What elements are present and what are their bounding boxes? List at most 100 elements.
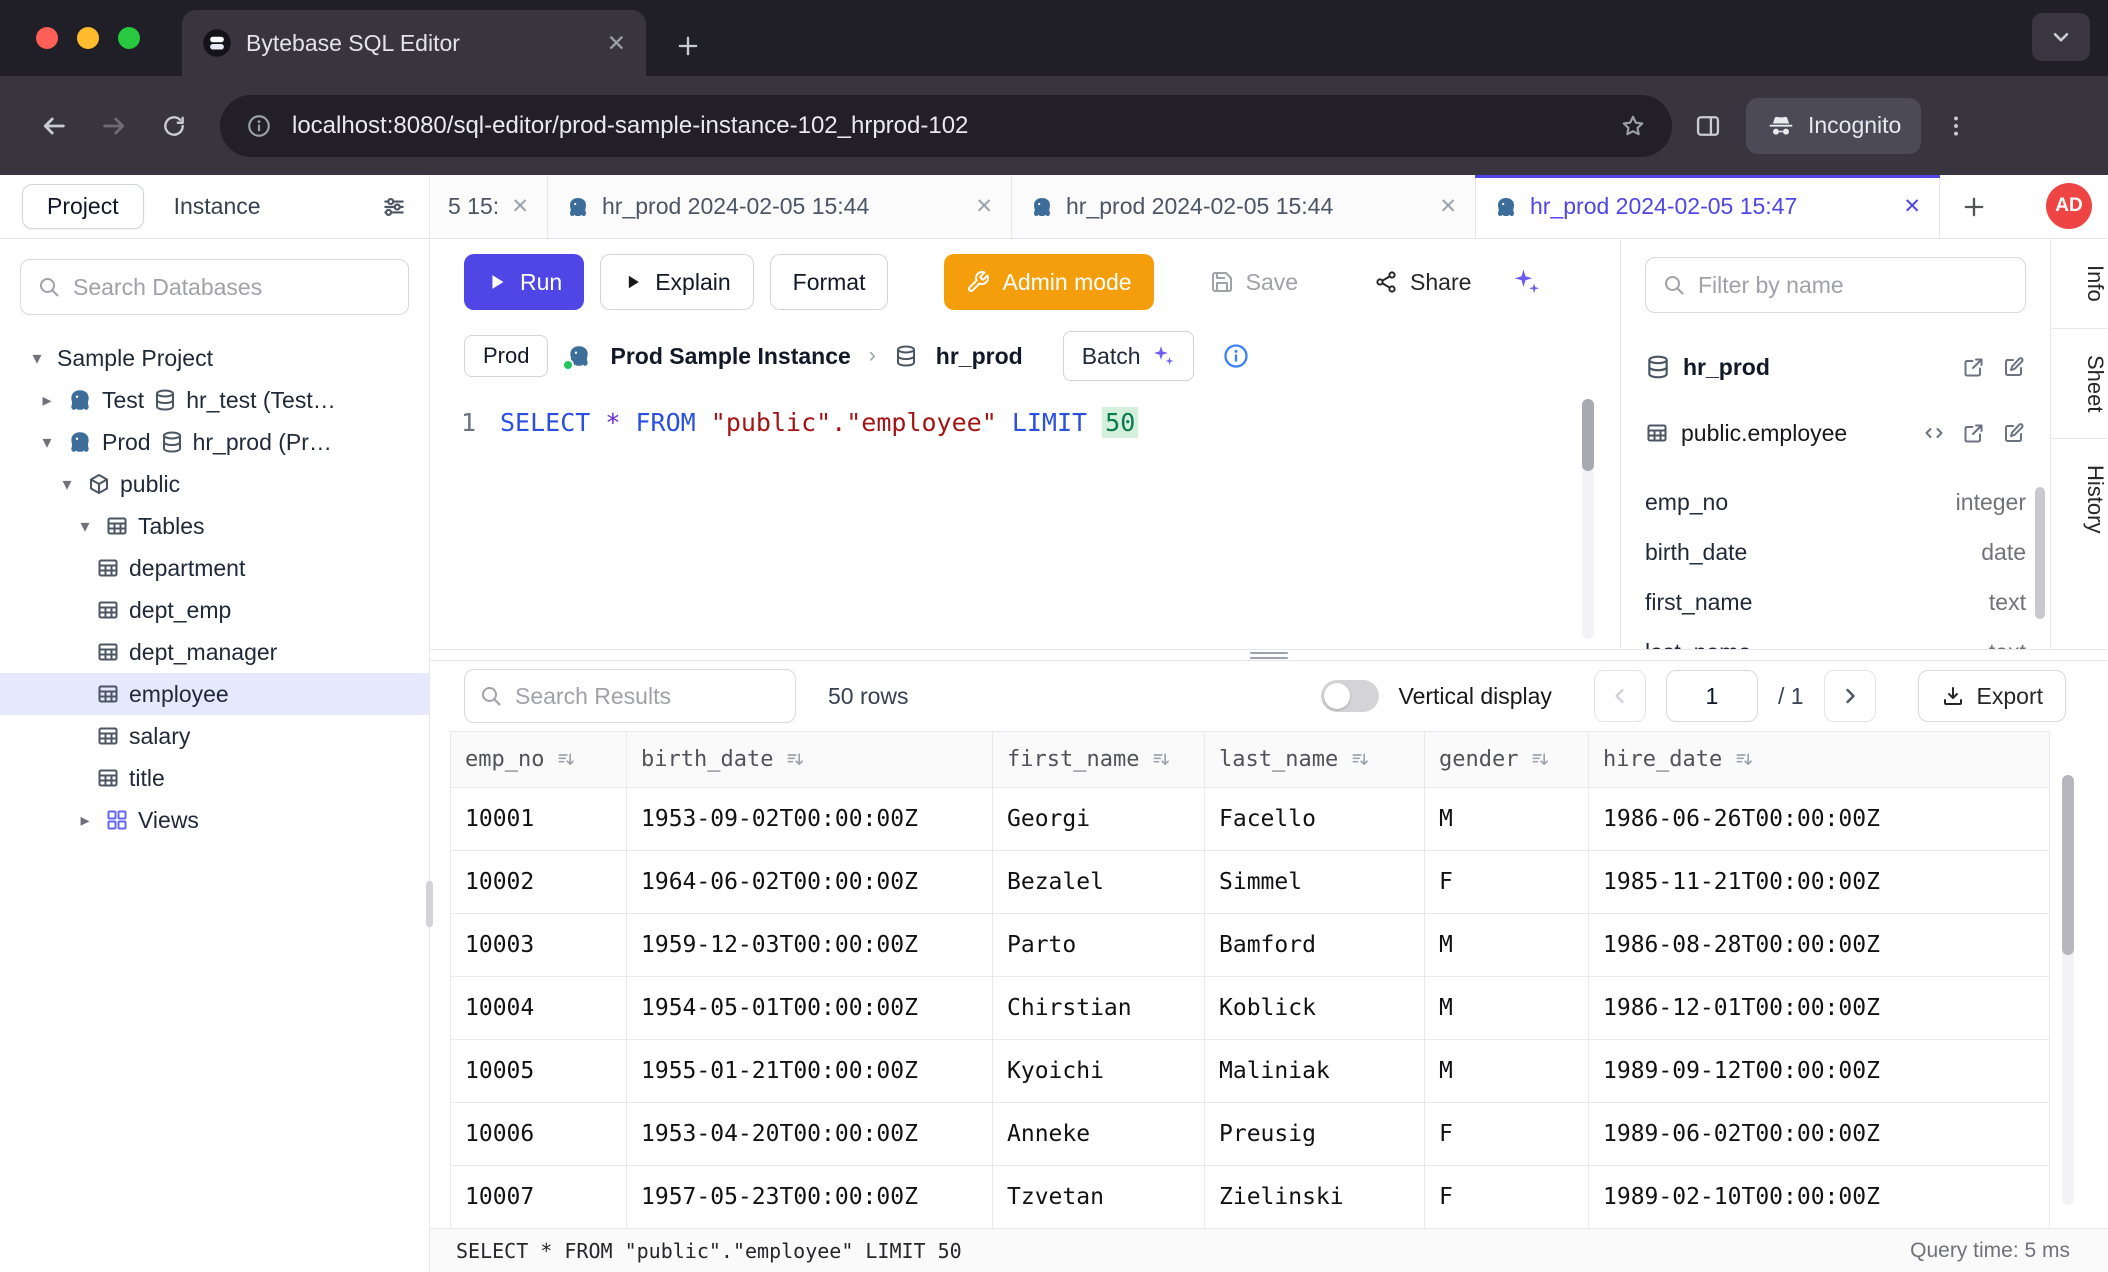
maximize-window-button[interactable] bbox=[118, 27, 140, 49]
editor-tab-partial[interactable]: 5 15:44 ✕ bbox=[430, 175, 548, 238]
column-header[interactable]: birth_date bbox=[627, 732, 993, 788]
tree-item-instance-test[interactable]: ▸ Test hr_test (Test… bbox=[0, 379, 429, 421]
tree-item-table-department[interactable]: department bbox=[0, 547, 429, 589]
tree-item-sample-project[interactable]: ▾ Sample Project bbox=[0, 337, 429, 379]
environment-badge[interactable]: Prod bbox=[464, 335, 548, 377]
external-link-icon[interactable] bbox=[1962, 421, 1986, 445]
new-tab-button[interactable] bbox=[674, 32, 702, 60]
browser-tab[interactable]: Bytebase SQL Editor ✕ bbox=[182, 10, 646, 76]
info-icon[interactable] bbox=[1222, 342, 1250, 371]
sql-editor[interactable]: 1 SELECT * FROM "public"."employee" LIMI… bbox=[430, 387, 1620, 649]
prev-page-button[interactable] bbox=[1594, 670, 1646, 722]
close-icon[interactable]: ✕ bbox=[1439, 194, 1457, 219]
vertical-display-toggle[interactable] bbox=[1321, 680, 1379, 712]
schema-column-row[interactable]: last_nametext bbox=[1645, 627, 2026, 649]
close-icon[interactable]: ✕ bbox=[1903, 194, 1921, 219]
schema-column-row[interactable]: first_nametext bbox=[1645, 577, 2026, 627]
filter-settings-icon[interactable] bbox=[381, 194, 407, 220]
address-bar[interactable]: localhost:8080/sql-editor/prod-sample-in… bbox=[220, 95, 1672, 157]
tab-instance[interactable]: Instance bbox=[174, 193, 261, 220]
search-results-input[interactable] bbox=[515, 683, 781, 710]
browser-menu-icon[interactable] bbox=[1943, 113, 1969, 139]
table-row[interactable]: 100021964-06-02T00:00:00ZBezalelSimmelF1… bbox=[451, 851, 2050, 914]
editor-tab[interactable]: hr_prod 2024-02-05 15:47✕ bbox=[1476, 175, 1940, 238]
tree-item-table-title[interactable]: title bbox=[0, 757, 429, 799]
export-button[interactable]: Export bbox=[1918, 670, 2066, 722]
schema-column-row[interactable]: birth_datedate bbox=[1645, 527, 2026, 577]
instance-name[interactable]: Prod Sample Instance bbox=[610, 343, 850, 370]
editor-tab[interactable]: hr_prod 2024-02-05 15:44✕ bbox=[548, 175, 1012, 238]
tree-item-instance-prod[interactable]: ▾ Prod hr_prod (Pr… bbox=[0, 421, 429, 463]
close-window-button[interactable] bbox=[36, 27, 58, 49]
external-link-icon[interactable] bbox=[1962, 355, 1986, 379]
next-page-button[interactable] bbox=[1824, 670, 1876, 722]
admin-mode-button[interactable]: Admin mode bbox=[944, 254, 1153, 310]
column-header[interactable]: last_name bbox=[1205, 732, 1425, 788]
column-header[interactable]: hire_date bbox=[1589, 732, 2050, 788]
search-databases-input[interactable] bbox=[73, 274, 392, 301]
tab-search-button[interactable] bbox=[2032, 13, 2090, 61]
sort-icon[interactable] bbox=[1530, 750, 1550, 770]
table-row[interactable]: 100041954-05-01T00:00:00ZChirstianKoblic… bbox=[451, 977, 2050, 1040]
scrollbar-thumb[interactable] bbox=[2035, 487, 2045, 619]
column-header[interactable]: emp_no bbox=[451, 732, 627, 788]
chevron-right-icon[interactable]: ▸ bbox=[74, 810, 96, 831]
tree-item-schema-public[interactable]: ▾ public bbox=[0, 463, 429, 505]
edit-icon[interactable] bbox=[2002, 355, 2026, 379]
table-row[interactable]: 100071957-05-23T00:00:00ZTzvetanZielinsk… bbox=[451, 1166, 2050, 1229]
chevron-down-icon[interactable]: ▾ bbox=[56, 474, 78, 495]
sort-icon[interactable] bbox=[1734, 750, 1754, 770]
bookmark-star-icon[interactable] bbox=[1620, 113, 1646, 139]
page-number-input[interactable] bbox=[1666, 670, 1758, 722]
column-header[interactable]: first_name bbox=[993, 732, 1205, 788]
editor-tab[interactable]: hr_prod 2024-02-05 15:44✕ bbox=[1012, 175, 1476, 238]
tab-project[interactable]: Project bbox=[22, 184, 144, 229]
avatar[interactable]: AD bbox=[2046, 183, 2092, 229]
drag-handle[interactable] bbox=[1250, 652, 1288, 659]
save-button[interactable]: Save bbox=[1188, 254, 1320, 310]
minimize-window-button[interactable] bbox=[77, 27, 99, 49]
pane-splitter[interactable] bbox=[430, 649, 2108, 661]
forward-button[interactable] bbox=[84, 96, 144, 156]
database-name[interactable]: hr_prod bbox=[936, 343, 1023, 370]
chevron-down-icon[interactable]: ▾ bbox=[36, 432, 58, 453]
tree-item-table-employee[interactable]: employee bbox=[0, 673, 429, 715]
sort-icon[interactable] bbox=[1151, 750, 1171, 770]
batch-button[interactable]: Batch bbox=[1063, 331, 1194, 381]
side-tab-sheet[interactable]: Sheet bbox=[2051, 329, 2108, 440]
chevron-down-icon[interactable]: ▾ bbox=[74, 516, 96, 537]
chevron-down-icon[interactable]: ▾ bbox=[26, 348, 48, 369]
close-icon[interactable]: ✕ bbox=[975, 194, 993, 219]
sort-icon[interactable] bbox=[556, 750, 576, 770]
filter-by-name-input[interactable] bbox=[1698, 272, 2009, 299]
table-row[interactable]: 100031959-12-03T00:00:00ZPartoBamfordM19… bbox=[451, 914, 2050, 977]
column-header[interactable]: gender bbox=[1425, 732, 1589, 788]
schema-column-row[interactable]: emp_nointeger bbox=[1645, 477, 2026, 527]
format-button[interactable]: Format bbox=[770, 254, 889, 310]
sort-icon[interactable] bbox=[785, 750, 805, 770]
url-text[interactable]: localhost:8080/sql-editor/prod-sample-in… bbox=[292, 112, 1600, 140]
run-button[interactable]: Run bbox=[464, 254, 584, 310]
new-sheet-button[interactable] bbox=[1940, 175, 2008, 238]
ai-sparkles-icon[interactable] bbox=[1511, 267, 1541, 297]
close-icon[interactable]: ✕ bbox=[607, 30, 626, 57]
reload-button[interactable] bbox=[144, 96, 204, 156]
tree-item-views-group[interactable]: ▸ Views bbox=[0, 799, 429, 841]
side-tab-history[interactable]: History bbox=[2051, 439, 2108, 559]
tree-item-tables-group[interactable]: ▾ Tables bbox=[0, 505, 429, 547]
code-icon[interactable] bbox=[1922, 421, 1946, 445]
site-info-icon[interactable] bbox=[246, 113, 272, 139]
sort-icon[interactable] bbox=[1350, 750, 1370, 770]
explain-button[interactable]: Explain bbox=[600, 254, 753, 310]
tree-item-table-salary[interactable]: salary bbox=[0, 715, 429, 757]
tree-item-table-dept_emp[interactable]: dept_emp bbox=[0, 589, 429, 631]
side-tab-info[interactable]: Info bbox=[2051, 239, 2108, 329]
editor-scrollbar[interactable] bbox=[1582, 399, 1594, 639]
close-icon[interactable]: ✕ bbox=[511, 194, 529, 219]
side-panel-icon[interactable] bbox=[1694, 112, 1722, 140]
edit-icon[interactable] bbox=[2002, 421, 2026, 445]
results-scrollbar[interactable] bbox=[2062, 775, 2074, 1205]
back-button[interactable] bbox=[24, 96, 84, 156]
table-row[interactable]: 100061953-04-20T00:00:00ZAnnekePreusigF1… bbox=[451, 1103, 2050, 1166]
table-row[interactable]: 100051955-01-21T00:00:00ZKyoichiMaliniak… bbox=[451, 1040, 2050, 1103]
